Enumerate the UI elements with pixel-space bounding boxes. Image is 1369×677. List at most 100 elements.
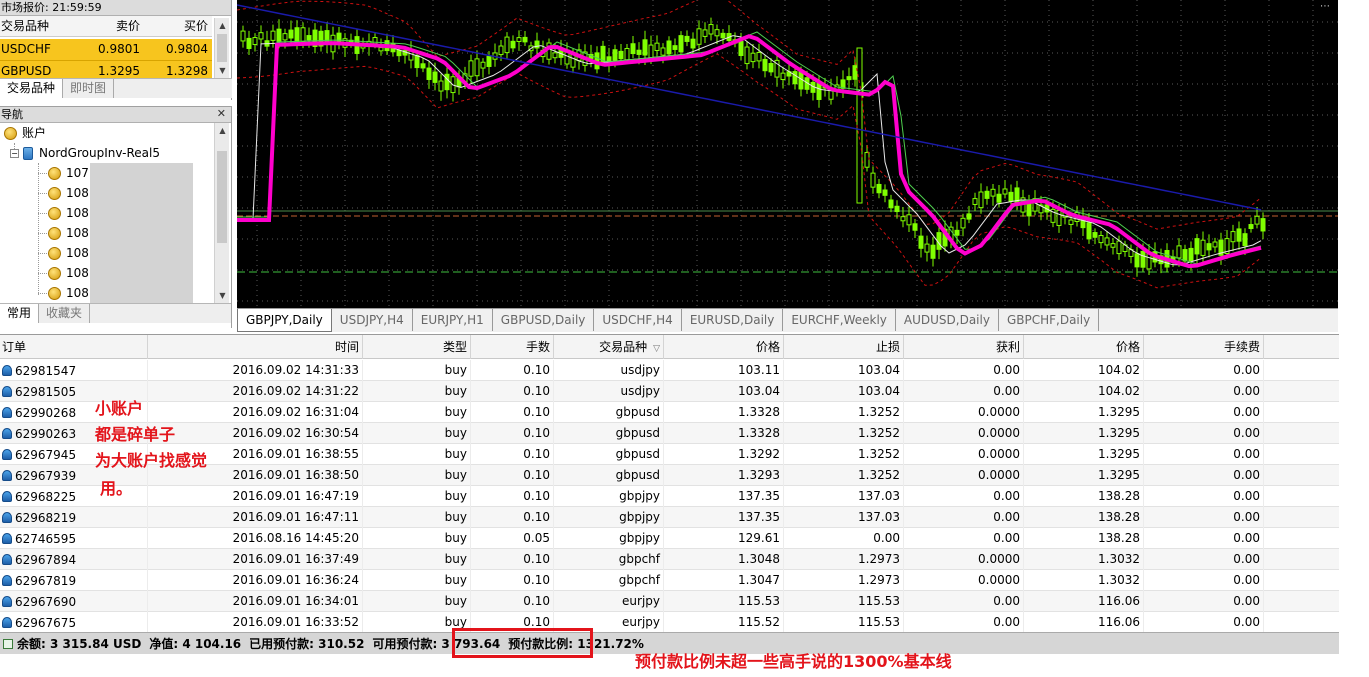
cell-symbol: gbpjpy: [554, 486, 664, 507]
col-current-price[interactable]: 价格: [1024, 335, 1144, 359]
navigator-scrollbar[interactable]: ▲ ▼: [214, 123, 229, 303]
chart-tab[interactable]: EURJPY,H1: [413, 309, 493, 331]
tree-account[interactable]: 108: [48, 183, 89, 203]
candle-body: [1146, 253, 1152, 270]
chart-tab[interactable]: GBPCHF,Daily: [999, 309, 1100, 331]
market-watch-row[interactable]: USDCHF 0.9801 0.9804: [0, 39, 212, 61]
tree-account[interactable]: 108: [48, 223, 89, 243]
cell-symbol: gbpusd: [554, 402, 664, 423]
cell-open-price: 1.3048: [664, 549, 784, 570]
candle-body: [852, 65, 858, 80]
scroll-thumb[interactable]: [217, 151, 227, 243]
chart-tab[interactable]: USDCHF,H4: [594, 309, 682, 331]
col-symbol[interactable]: 交易品种: [0, 16, 68, 36]
chart-tab[interactable]: GBPUSD,Daily: [493, 309, 595, 331]
col-order[interactable]: 订单: [0, 335, 148, 359]
col-bid[interactable]: 卖价: [68, 16, 142, 36]
cell-order-type: buy: [363, 381, 471, 402]
tab-tick-chart[interactable]: 即时图: [63, 79, 115, 98]
candle-body: [972, 198, 978, 205]
bollinger-band-line: [237, 53, 1262, 289]
cell-take-profit: 0.00: [904, 507, 1024, 528]
col-open-price[interactable]: 价格: [664, 335, 784, 359]
tree-label: 108: [66, 266, 89, 280]
chart-tab[interactable]: GBPJPY,Daily: [237, 309, 332, 332]
col-stop-loss[interactable]: 止损: [784, 335, 904, 359]
table-row[interactable]: 62981547 2016.09.02 14:31:33 buy 0.10 usdjpy…: [0, 360, 1339, 381]
cell-open-price: 115.53: [664, 591, 784, 612]
mt4-terminal-window: 市场报价: 21:59:59 交易品种 卖价 买价 USDCHF 0.9801 …: [0, 0, 1369, 677]
tree-account[interactable]: 108: [48, 283, 89, 303]
table-row[interactable]: 62968219 2016.09.01 16:47:11 buy 0.10 gbpjpy…: [0, 507, 1339, 528]
col-ask[interactable]: 买价: [142, 16, 212, 36]
col-symbol[interactable]: 交易品种 ▽: [554, 335, 664, 359]
table-row[interactable]: 62967819 2016.09.01 16:36:24 buy 0.10 gbpchf…: [0, 570, 1339, 591]
cell-order: 62967819: [0, 570, 148, 591]
cell-symbol: gbpjpy: [554, 528, 664, 549]
candle-body: [1254, 215, 1260, 225]
candle-body: [702, 29, 708, 37]
cell-open-time: 2016.09.02 16:30:54: [148, 423, 363, 444]
col-type[interactable]: 类型: [363, 335, 471, 359]
scroll-thumb[interactable]: [217, 34, 227, 62]
chart-tab[interactable]: EURUSD,Daily: [682, 309, 784, 331]
cell-stop-loss: 137.03: [784, 486, 904, 507]
scroll-up-icon[interactable]: ▲: [215, 18, 230, 33]
cell-text: 62990263: [15, 426, 77, 441]
tree-accounts-root[interactable]: 账户: [4, 123, 46, 143]
table-row[interactable]: 62967690 2016.09.01 16:34:01 buy 0.10 eurjpy…: [0, 591, 1339, 612]
cell-commission: 0.00: [1144, 465, 1264, 486]
cell-lots: 0.05: [471, 528, 554, 549]
scroll-down-icon[interactable]: ▼: [215, 63, 230, 78]
order-icon: [2, 428, 12, 439]
table-row[interactable]: 62981505 2016.09.02 14:31:22 buy 0.10 usdjpy…: [0, 381, 1339, 402]
candle-body: [864, 152, 870, 168]
cell-commission: 0.00: [1144, 444, 1264, 465]
table-row[interactable]: 62968225 2016.09.01 16:47:19 buy 0.10 gbpjpy…: [0, 486, 1339, 507]
table-row[interactable]: 62990268 2016.09.02 16:31:04 buy 0.10 gbpusd…: [0, 402, 1339, 423]
scroll-up-icon[interactable]: ▲: [215, 123, 230, 138]
candle-body: [270, 30, 276, 41]
cell-commission: 0.00: [1144, 423, 1264, 444]
table-row[interactable]: 62746595 2016.08.16 14:45:20 buy 0.05 gbpjpy…: [0, 528, 1339, 549]
collapse-icon[interactable]: −: [10, 148, 19, 158]
candle-body: [1056, 209, 1062, 226]
cell-lots: 0.10: [471, 444, 554, 465]
tree-account[interactable]: 108: [48, 263, 89, 283]
col-time[interactable]: 时间: [148, 335, 363, 359]
col-lots[interactable]: 手数: [471, 335, 554, 359]
tab-favorites[interactable]: 收藏夹: [39, 304, 91, 323]
cell-take-profit: 0.00: [904, 612, 1024, 633]
candle-body: [714, 29, 720, 37]
table-row[interactable]: 62967675 2016.09.01 16:33:52 buy 0.10 eurjpy…: [0, 612, 1339, 633]
chart-tab[interactable]: USDJPY,H4: [332, 309, 413, 331]
chart-tab[interactable]: EURCHF,Weekly: [783, 309, 896, 331]
table-row[interactable]: 62990263 2016.09.02 16:30:54 buy 0.10 gbpusd…: [0, 423, 1339, 444]
candle-body: [378, 47, 384, 52]
candle-body: [918, 235, 924, 249]
tab-common[interactable]: 常用: [0, 304, 40, 323]
col-commission[interactable]: 手续费: [1144, 335, 1264, 359]
tree-account[interactable]: 108: [48, 243, 89, 263]
price-chart[interactable]: ⋯: [237, 0, 1338, 308]
chart-corner-icon[interactable]: ⋯: [1320, 1, 1330, 12]
cell-commission: 0.00: [1144, 528, 1264, 549]
tree-account[interactable]: 107: [48, 163, 89, 183]
market-watch-scrollbar[interactable]: ▲ ▼: [214, 18, 229, 78]
cell-take-profit: 0.0000: [904, 444, 1024, 465]
cell-text: 62981505: [15, 384, 77, 399]
tab-symbols[interactable]: 交易品种: [0, 79, 64, 98]
candle-body: [966, 213, 972, 220]
tree-server[interactable]: − NordGroupInv-Real5: [10, 143, 160, 163]
chart-tab[interactable]: AUDUSD,Daily: [896, 309, 999, 331]
scroll-down-icon[interactable]: ▼: [215, 288, 230, 303]
cell-stop-loss: 1.3252: [784, 402, 904, 423]
cell-order-type: buy: [363, 570, 471, 591]
table-row[interactable]: 62967894 2016.09.01 16:37:49 buy 0.10 gbpchf…: [0, 549, 1339, 570]
col-take-profit[interactable]: 获利: [904, 335, 1024, 359]
tree-account[interactable]: 108: [48, 203, 89, 223]
candle-body: [1206, 243, 1212, 251]
tree-branch: [38, 253, 47, 254]
close-icon[interactable]: ✕: [217, 107, 226, 121]
cell-take-profit: 0.0000: [904, 570, 1024, 591]
